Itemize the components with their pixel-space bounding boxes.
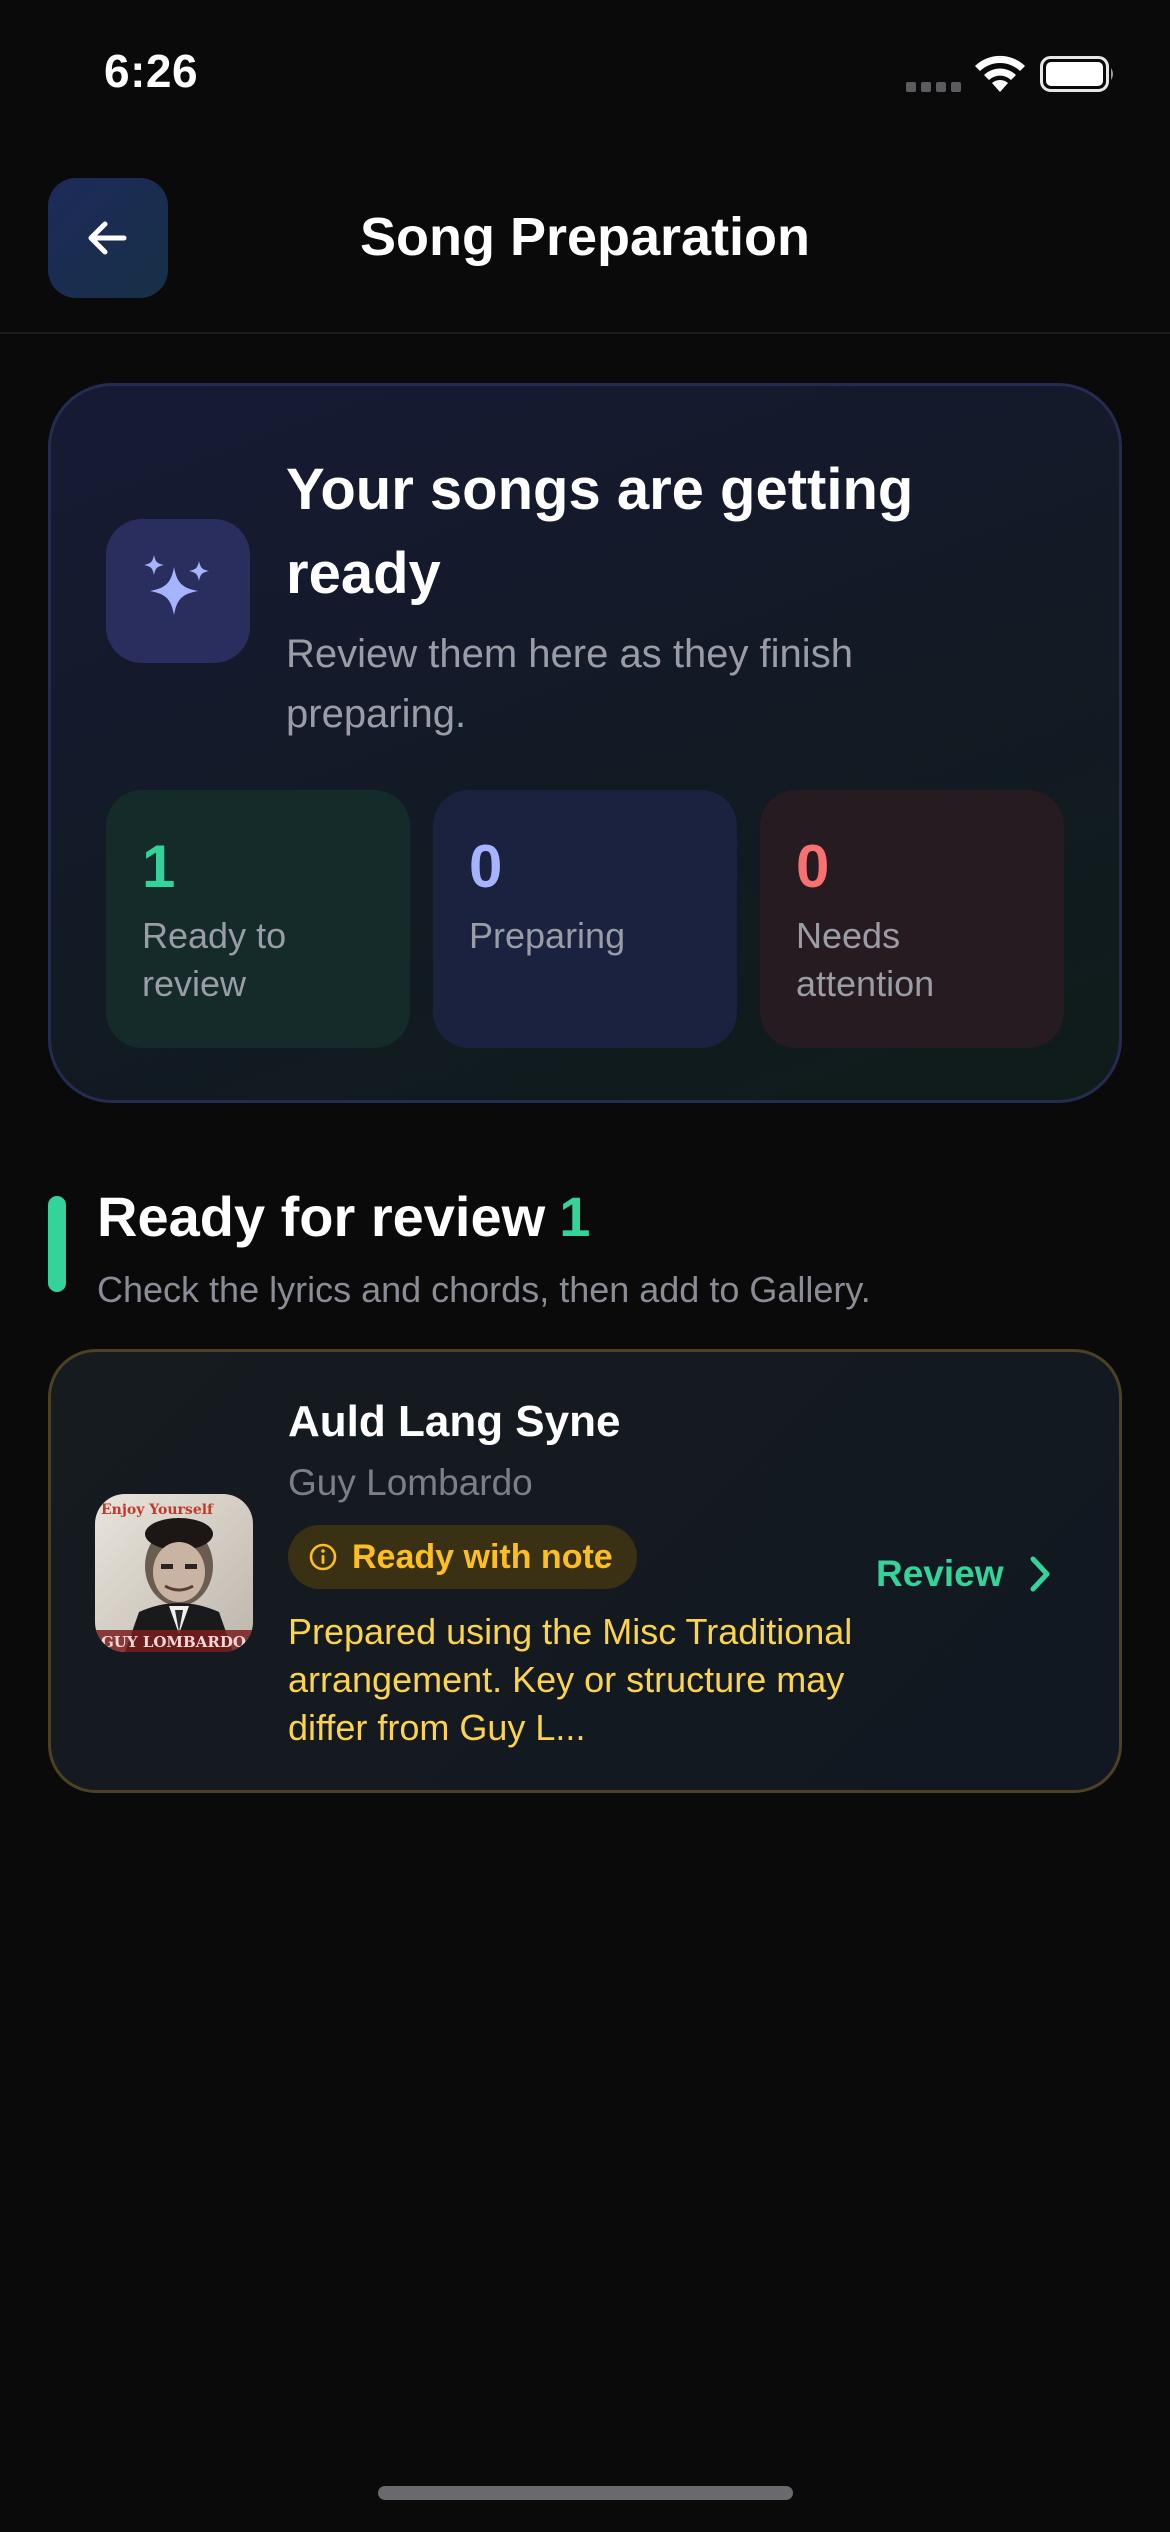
status-bar: 6:26 [0, 0, 1170, 150]
status-badge-label: Ready with note [352, 1537, 613, 1576]
album-artwork-image: Enjoy Yourself GUY LOMBARDO [95, 1494, 253, 1652]
navigation-header: Song Preparation [0, 150, 1170, 334]
status-badge: Ready with note [288, 1525, 637, 1589]
stat-ready-to-review[interactable]: 1 Ready to review [106, 790, 410, 1048]
hero-subtitle: Review them here as they finish preparin… [286, 632, 853, 736]
sparkles-icon [144, 555, 209, 615]
review-button[interactable]: Review [876, 1544, 1054, 1604]
battery-icon [1040, 56, 1113, 92]
stat-label: Needs attention [796, 915, 935, 1004]
artwork-text-top: Enjoy Yourself [101, 1502, 214, 1518]
home-indicator[interactable] [378, 2486, 793, 2500]
wifi-icon [975, 55, 1025, 92]
section-title-text: Ready for review [97, 1185, 546, 1248]
stat-label: Preparing [469, 915, 626, 956]
status-time: 6:26 [104, 45, 199, 97]
review-button-label: Review [876, 1553, 1004, 1594]
stat-value: 1 [142, 833, 176, 900]
song-preparation-screen: 6:26 Song Preparation Your songs are get… [0, 0, 1170, 2532]
stat-value: 0 [796, 833, 830, 900]
song-note: Prepared using the Misc Traditional arra… [288, 1611, 853, 1748]
stat-needs-attention[interactable]: 0 Needs attention [760, 790, 1064, 1048]
section-title: Ready for review 1 [97, 1182, 590, 1252]
info-circle-icon [309, 1543, 337, 1571]
stat-value: 0 [469, 833, 503, 900]
cellular-signal-icon [906, 82, 962, 92]
song-title: Auld Lang Syne [288, 1397, 621, 1446]
artwork-text-bottom: GUY LOMBARDO [101, 1633, 246, 1651]
stat-label: Ready to review [142, 915, 287, 1004]
section-subtitle: Check the lyrics and chords, then add to… [97, 1269, 871, 1310]
preparation-summary-card: Your songs are getting ready Review them… [48, 383, 1122, 1103]
song-artist: Guy Lombardo [288, 1462, 533, 1503]
chevron-right-icon [1030, 1556, 1050, 1592]
section-count: 1 [559, 1185, 591, 1248]
section-accent-bar [48, 1196, 66, 1292]
song-card[interactable]: Enjoy Yourself GUY LOMBARDO Auld Lang Sy… [48, 1349, 1122, 1793]
stat-preparing[interactable]: 0 Preparing [433, 790, 737, 1048]
hero-icon-tile [106, 519, 250, 663]
hero-title: Your songs are getting ready [286, 457, 914, 606]
album-artwork: Enjoy Yourself GUY LOMBARDO [95, 1494, 253, 1652]
page-title: Song Preparation [359, 207, 811, 267]
